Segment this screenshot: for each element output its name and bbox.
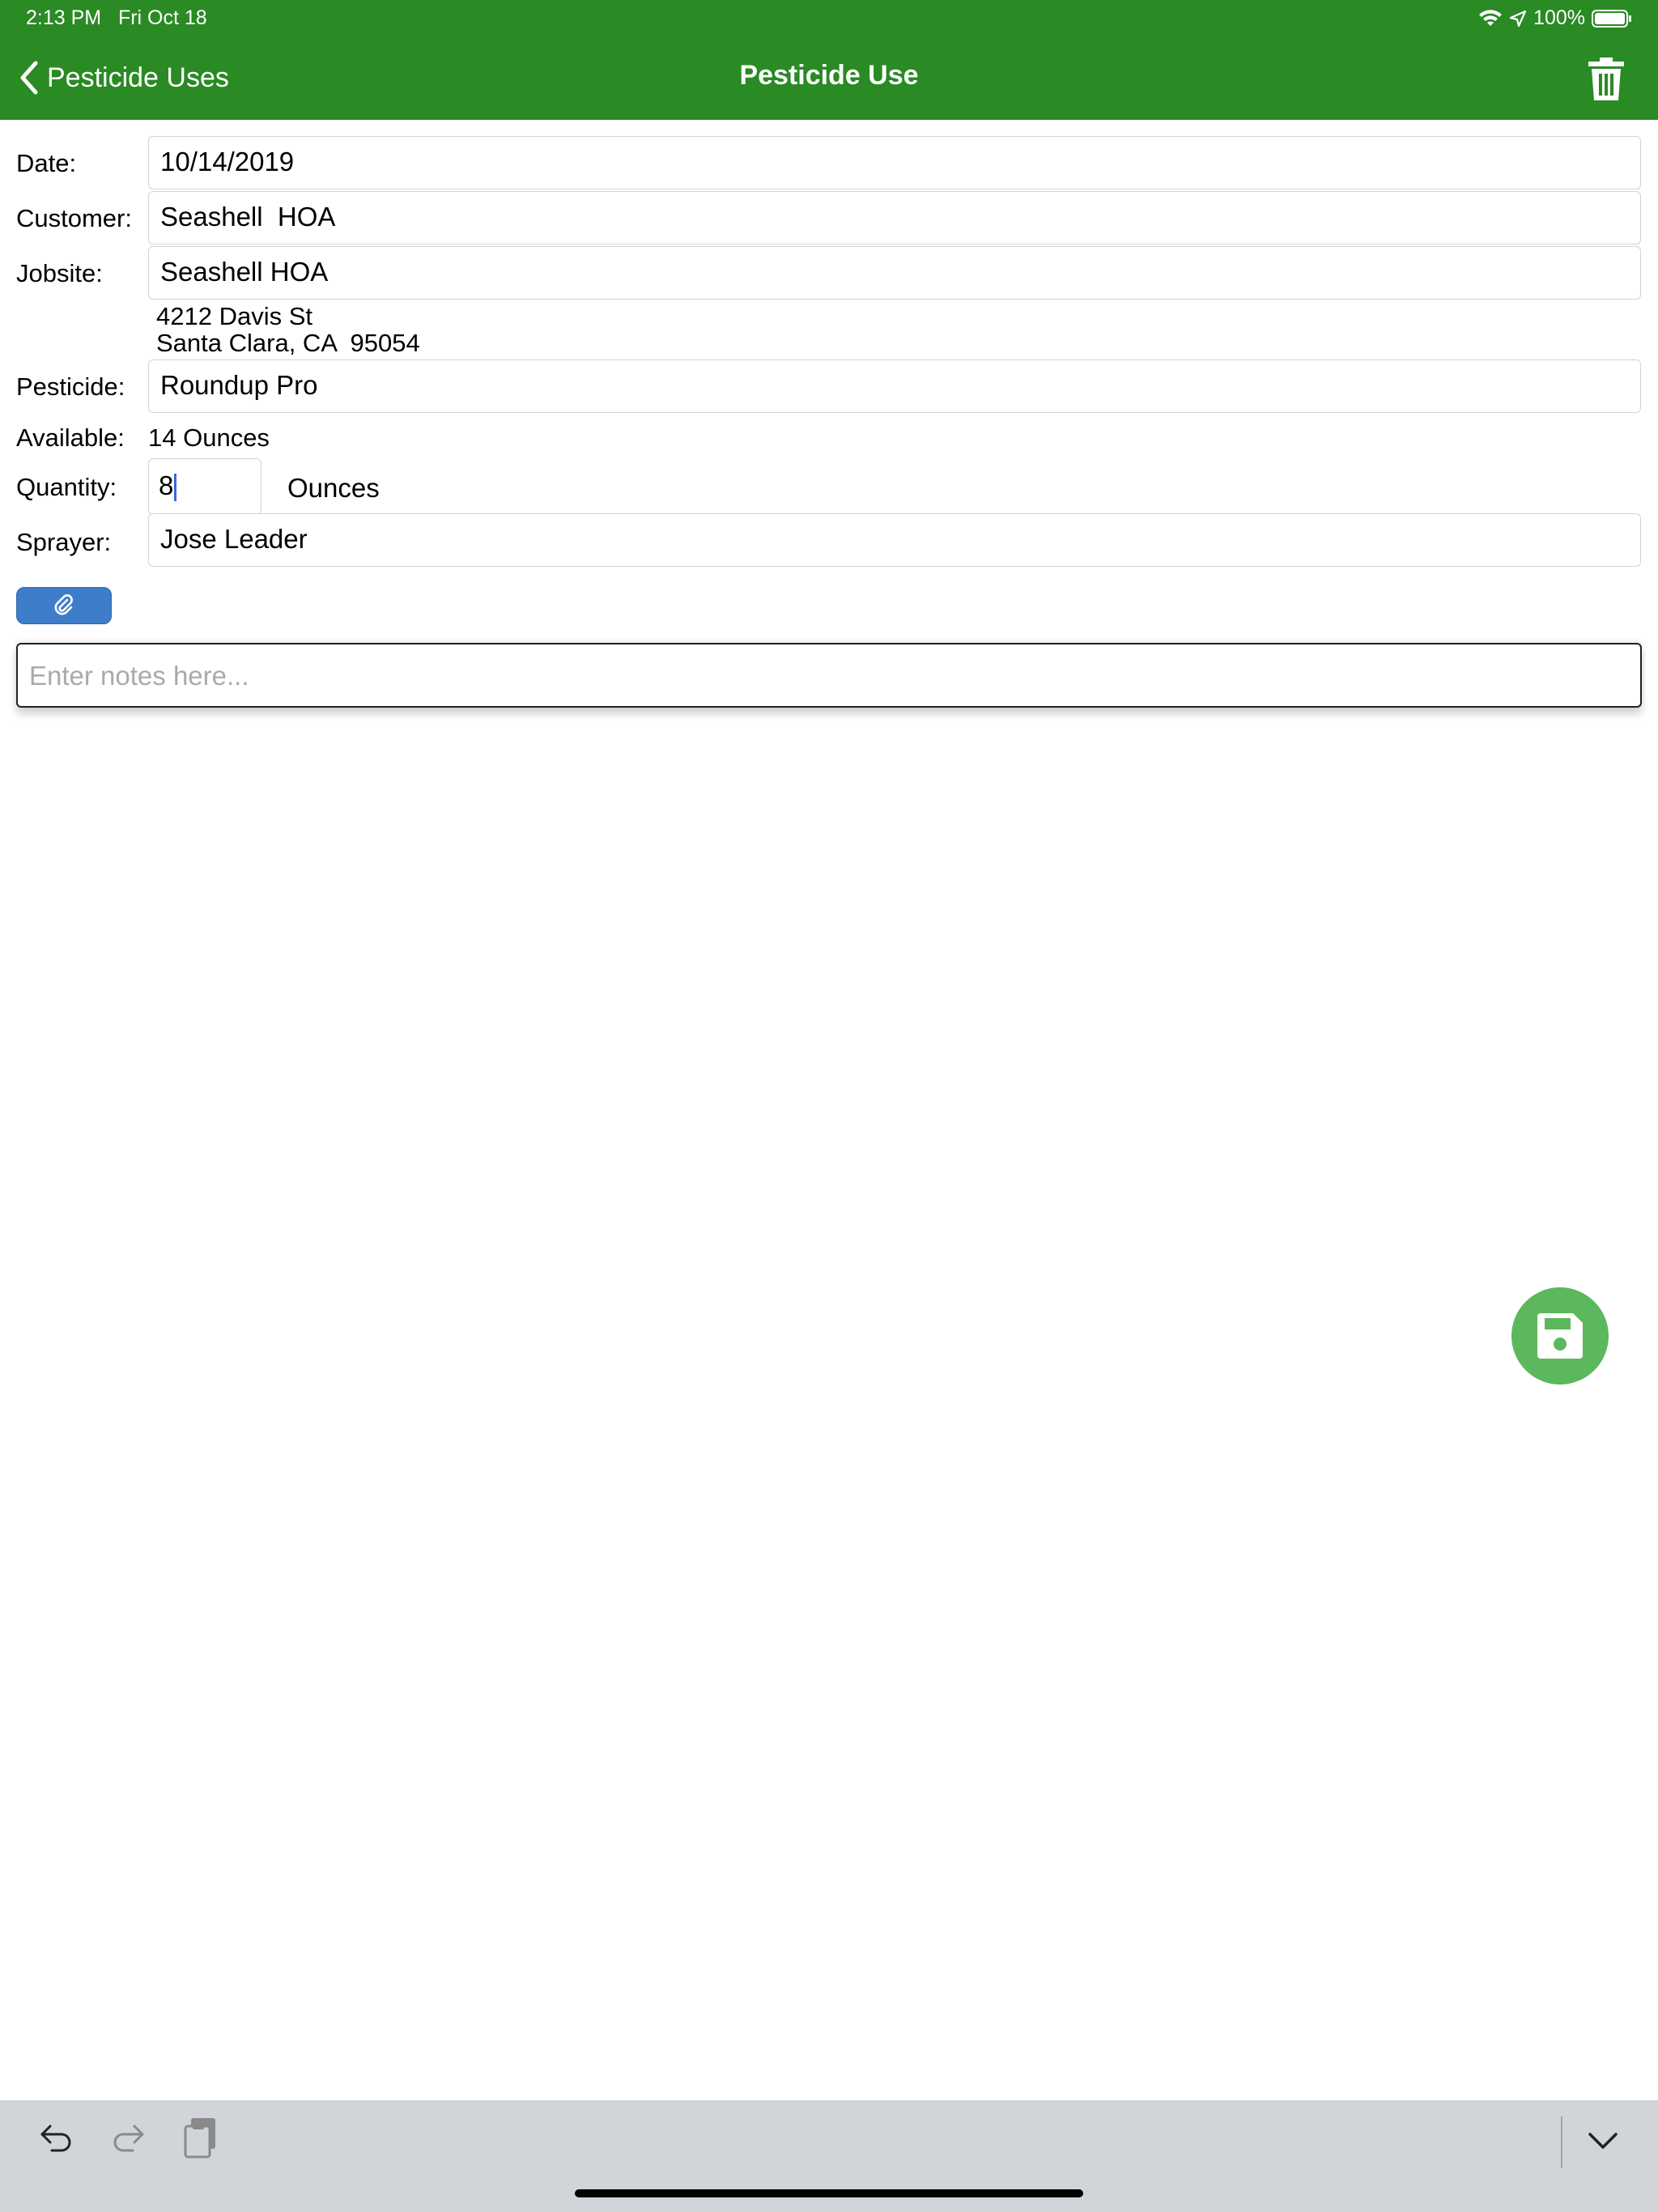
pesticide-label: Pesticide:	[16, 372, 125, 401]
status-clock: 2:13 PM	[26, 6, 102, 29]
chevron-down-icon[interactable]	[1585, 2125, 1621, 2157]
pesticide-field[interactable]: Roundup Pro	[148, 359, 1641, 413]
date-field[interactable]: 10/14/2019	[148, 136, 1641, 189]
customer-label: Customer:	[16, 204, 132, 232]
battery-percent: 100%	[1533, 6, 1585, 29]
jobsite-label: Jobsite:	[16, 259, 103, 287]
date-label: Date:	[16, 149, 77, 177]
paperclip-icon	[54, 594, 73, 615]
jobsite-address-line2: Santa Clara, CA 95054	[156, 329, 420, 357]
quantity-label: Quantity:	[16, 473, 117, 501]
jobsite-address-line1: 4212 Davis St	[156, 302, 312, 330]
status-indicators: 100%	[1478, 6, 1632, 30]
navigation-bar: Pesticide Uses Pesticide Use	[0, 39, 1658, 120]
paste-icon[interactable]	[183, 2116, 219, 2159]
sprayer-field[interactable]: Jose Leader	[148, 513, 1641, 567]
undo-icon[interactable]	[39, 2121, 74, 2157]
home-indicator	[575, 2189, 1083, 2197]
notes-input[interactable]: Enter notes here...	[16, 643, 1642, 708]
available-label: Available:	[16, 423, 125, 452]
trash-icon[interactable]	[1584, 57, 1629, 102]
status-date: Fri Oct 18	[117, 6, 207, 29]
status-time: 2:13 PM Fri Oct 18	[26, 6, 207, 30]
quantity-value: 8	[159, 470, 174, 500]
redo-icon[interactable]	[110, 2121, 146, 2157]
jobsite-field[interactable]: Seashell HOA	[148, 246, 1641, 300]
floppy-disk-icon	[1537, 1313, 1583, 1359]
quantity-unit: Ounces	[287, 473, 380, 503]
attach-button[interactable]	[16, 587, 112, 624]
page-title: Pesticide Use	[739, 60, 919, 91]
available-value: 14 Ounces	[148, 423, 270, 452]
wifi-icon	[1479, 9, 1503, 26]
text-caret	[174, 474, 177, 502]
battery-icon	[1592, 9, 1631, 28]
sprayer-label: Sprayer:	[16, 528, 112, 556]
status-bar: 2:13 PM Fri Oct 18 100%	[0, 0, 1658, 39]
save-button[interactable]	[1511, 1287, 1609, 1385]
location-arrow-icon	[1509, 10, 1527, 27]
quantity-input[interactable]: 8	[148, 458, 261, 515]
customer-field[interactable]: Seashell HOA	[148, 191, 1641, 245]
toolbar-divider	[1561, 2116, 1562, 2168]
